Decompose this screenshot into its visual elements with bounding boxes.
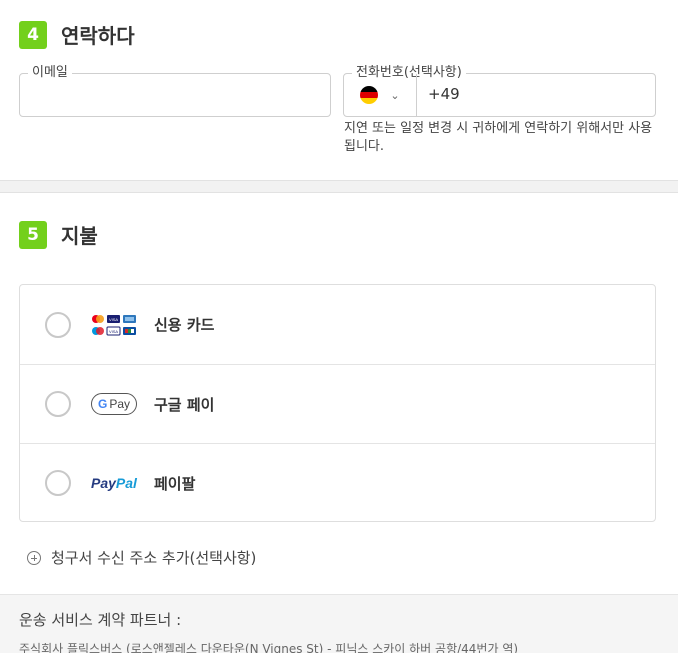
payment-options: VISA VISA 신용 카드 G Pay 구글 페이 Pay Pal 페이팔 (19, 284, 656, 522)
paypal-label: 페이팔 (154, 474, 196, 493)
payment-section-header: 5 지불 (19, 220, 98, 249)
svg-text:VISA: VISA (109, 329, 118, 334)
carrier-partner-title: 운송 서비스 계약 파트너 : (19, 611, 182, 629)
carrier-partner-footer: 운송 서비스 계약 파트너 : 주식회사 플릭스버스 (로스앤젤레스 다운타운(… (0, 594, 678, 653)
paypal-radio[interactable] (45, 470, 71, 496)
section-divider (0, 180, 678, 193)
credit-card-radio[interactable] (45, 311, 71, 338)
step-5-badge: 5 (19, 220, 47, 249)
step-4-badge: 4 (19, 20, 47, 49)
paypal-logo-pay: Pay (91, 475, 116, 491)
phone-field[interactable]: 전화번호(선택사항) ⌄ +49 (343, 65, 656, 117)
payment-option-google-pay[interactable]: G Pay 구글 페이 (20, 364, 655, 443)
paypal-icon: Pay Pal (91, 475, 137, 491)
google-pay-text: Pay (109, 397, 131, 411)
payment-option-credit-card[interactable]: VISA VISA 신용 카드 (20, 285, 655, 364)
google-pay-icon: G Pay (91, 393, 137, 415)
country-code-select[interactable]: ⌄ (344, 74, 417, 116)
payment-option-paypal[interactable]: Pay Pal 페이팔 (20, 443, 655, 522)
email-label: 이메일 (28, 65, 72, 81)
credit-cards-icon: VISA VISA (91, 313, 139, 337)
add-billing-address-label: 청구서 수신 주소 추가(선택사항) (51, 549, 257, 567)
google-g-glyph: G (97, 397, 108, 411)
contact-section-title: 연락하다 (61, 24, 135, 48)
contact-section-header: 4 연락하다 (19, 20, 135, 49)
chevron-down-icon: ⌄ (390, 88, 400, 102)
phone-input[interactable]: +49 (428, 85, 460, 103)
google-pay-label: 구글 페이 (154, 395, 215, 414)
paypal-logo-pal: Pal (115, 475, 137, 491)
germany-flag-icon (360, 86, 379, 104)
email-field[interactable]: 이메일 (19, 65, 331, 117)
payment-section-title: 지불 (61, 224, 98, 248)
google-pay-radio[interactable] (45, 391, 71, 417)
carrier-partner-text: 주식회사 플릭스버스 (로스앤젤레스 다운타운(N Vignes St) - 피… (19, 642, 519, 653)
phone-helper-text: 지연 또는 일정 변경 시 귀하에게 연락하기 위해서만 사용됩니다. (344, 121, 653, 154)
plus-circle-icon (27, 550, 41, 565)
add-billing-address-link[interactable]: 청구서 수신 주소 추가(선택사항) (27, 547, 256, 568)
credit-card-label: 신용 카드 (154, 316, 215, 334)
svg-text:VISA: VISA (109, 317, 118, 322)
